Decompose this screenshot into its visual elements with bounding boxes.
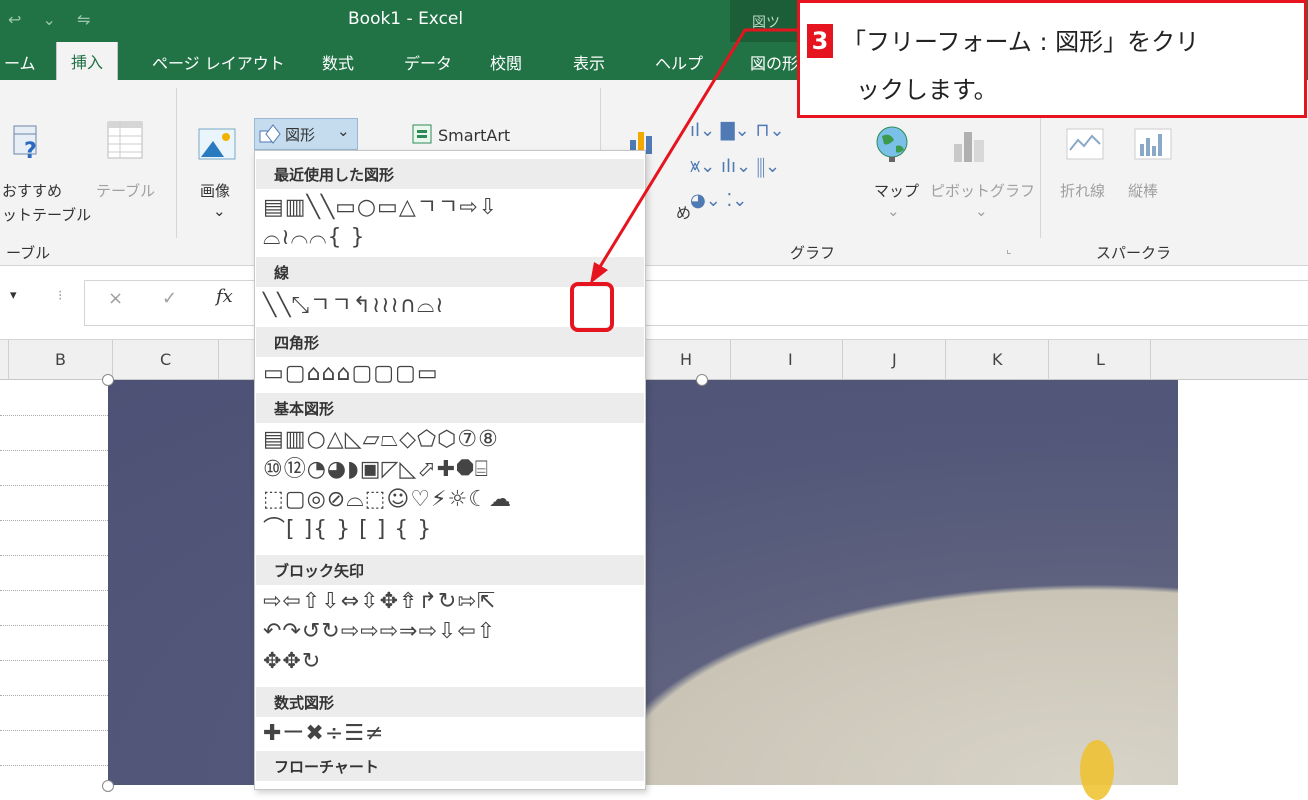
table-icon[interactable] [106, 120, 146, 162]
block-arrows-row-3[interactable]: ✥✥↻ [263, 647, 321, 677]
insert-function-button[interactable]: fx [216, 286, 233, 307]
name-box-dropdown-icon[interactable]: ▾ [10, 288, 17, 303]
column-header-h[interactable]: H [680, 350, 692, 369]
pivot-chart-label[interactable]: ピボットグラフ [930, 180, 1035, 201]
smartart-label[interactable]: SmartArt [438, 126, 510, 145]
column-header-b[interactable]: B [55, 350, 66, 369]
resize-handle-top-middle[interactable] [696, 374, 708, 386]
freeform-shape-highlight [570, 282, 614, 332]
section-basic-shapes: 基本図形 [256, 393, 644, 423]
rectangles-row-1[interactable]: ▭▢⌂⌂⌂▢▢▢▭ [263, 359, 439, 389]
tab-page-layout[interactable]: ページ レイアウト [152, 50, 285, 74]
chart-type-icons-row2[interactable]: ⩙⌄ ılı⌄ ⫼⌄ [690, 156, 780, 177]
basic-shapes-row-1[interactable]: ▤▥○△◺▱⏢◇⬠⬡⑦⑧ [263, 425, 499, 455]
map-label[interactable]: マップ [874, 180, 919, 201]
callout-text-line-1: 「フリーフォーム : 図形」をクリ [842, 28, 1200, 56]
callout-text-line-2: ックします。 [856, 76, 998, 104]
group-sparkline-label: スパークラ [1096, 244, 1172, 262]
pivot-chart-dropdown-icon[interactable]: ⌄ [975, 202, 988, 220]
section-flowchart: フローチャート [256, 751, 644, 781]
context-tab-group-label: 図ツ [752, 15, 780, 31]
section-equation-shapes: 数式図形 [256, 687, 644, 717]
svg-text:?: ? [24, 139, 37, 162]
section-block-arrows: ブロック矢印 [256, 555, 644, 585]
column-headers: B C H I J K L [0, 340, 1308, 380]
tab-insert[interactable]: 挿入 [56, 42, 119, 80]
column-header-l[interactable]: L [1096, 350, 1105, 369]
group-graph-label: グラフ [790, 244, 836, 262]
block-arrows-row-1[interactable]: ⇨⇦⇧⇩⇔⇳✥⇮↱↻⇰⇱ [263, 587, 496, 617]
picture-highlight [1080, 740, 1114, 800]
column-header-i[interactable]: I [788, 350, 793, 369]
shapes-chevron-down-icon: ⌄ [337, 122, 350, 140]
recommended-pivot-label[interactable]: おすすめ [2, 180, 62, 201]
map-globe-icon[interactable] [874, 124, 910, 164]
formula-bar: ▾ ⁝ × ✓ fx [0, 266, 1308, 340]
image-icon[interactable] [198, 128, 238, 164]
dialog-launcher-icon[interactable]: ⌞ [1006, 242, 1012, 256]
column-sparkline-label[interactable]: 縦棒 [1128, 180, 1158, 201]
shapes-button-label: 図形 [285, 126, 316, 144]
image-dropdown-icon[interactable]: ⌄ [213, 202, 226, 220]
lines-row-1[interactable]: ╲╲⤡ㄱㄱ↰≀≀≀∩⌓≀ [263, 291, 445, 321]
basic-shapes-row-4[interactable]: ⌒[ ]{ } [ ] { } [263, 515, 432, 545]
shapes-gallery-dropdown: 最近使用した図形 ▤▥╲╲▭○▭△ㄱㄱ⇨⇩ ⌓≀⌒⌒{ } 線 ╲╲⤡ㄱㄱ↰≀≀… [254, 150, 646, 790]
equation-shapes-row-1[interactable]: ✚ー✖÷☰≠ [263, 719, 384, 749]
cancel-button[interactable]: × [108, 288, 123, 309]
shapes-icon [259, 124, 281, 144]
column-header-k[interactable]: K [992, 350, 1003, 369]
tab-picture-format[interactable]: 図の形 [750, 50, 798, 74]
map-dropdown-icon[interactable]: ⌄ [887, 202, 900, 220]
column-header-c[interactable]: C [160, 350, 171, 369]
tab-data[interactable]: データ [404, 50, 452, 74]
group-table-label: ーブル [6, 244, 51, 262]
line-sparkline-label[interactable]: 折れ線 [1060, 180, 1105, 201]
recent-shapes-row-1[interactable]: ▤▥╲╲▭○▭△ㄱㄱ⇨⇩ [263, 193, 498, 223]
resize-handle-top-left[interactable] [102, 374, 114, 386]
tab-help[interactable]: ヘルプ [655, 50, 703, 74]
line-sparkline-icon[interactable] [1066, 128, 1106, 162]
formula-bar-resize-handle[interactable]: ⁝ [58, 288, 62, 304]
column-header-j[interactable]: J [892, 350, 897, 369]
quick-access-toolbar[interactable]: ↩ ⌄ ⇋ [8, 10, 98, 29]
basic-shapes-row-2[interactable]: ⑩⑫◔◕◗▣◸◺⬀✚⯃⌸ [263, 455, 489, 485]
chart-type-icons-row3[interactable]: ◕⌄ ⁚⌄ [690, 190, 747, 211]
partial-chart-label[interactable]: め [676, 202, 691, 223]
shapes-button[interactable]: 図形 ⌄ [254, 118, 358, 150]
resize-handle-bottom-left[interactable] [102, 780, 114, 792]
window-title: Book1 - Excel [348, 9, 464, 29]
enter-button[interactable]: ✓ [162, 288, 177, 309]
image-button-label[interactable]: 画像 [200, 180, 230, 201]
recommended-pivot-label-2[interactable]: ットテーブル [2, 204, 91, 225]
group-separator [176, 88, 177, 238]
recent-shapes-row-2[interactable]: ⌓≀⌒⌒{ } [263, 223, 365, 253]
step-number-badge: 3 [807, 24, 833, 58]
table-button-label[interactable]: テーブル [96, 180, 155, 201]
tab-home[interactable]: ーム [4, 50, 36, 74]
tab-review[interactable]: 校閲 [490, 50, 522, 74]
pivot-table-icon[interactable]: ? [12, 122, 42, 162]
chart-type-icons-row1[interactable]: ıl⌄ ▇⌄ ⊓⌄ [690, 120, 785, 141]
tab-formulas[interactable]: 数式 [322, 50, 354, 74]
pivot-chart-icon[interactable] [952, 128, 988, 164]
smartart-icon[interactable] [412, 124, 434, 146]
column-sparkline-icon[interactable] [1134, 128, 1174, 162]
block-arrows-row-2[interactable]: ↶↷↺↻⇨⇨⇨⇒⇨⇩⇦⇧ [263, 617, 496, 647]
section-recent-shapes: 最近使用した図形 [256, 159, 644, 189]
tab-view[interactable]: 表示 [573, 50, 605, 74]
basic-shapes-row-3[interactable]: ⬚▢◎⊘⌓⬚☺♡⚡☼☾☁ [263, 485, 512, 515]
